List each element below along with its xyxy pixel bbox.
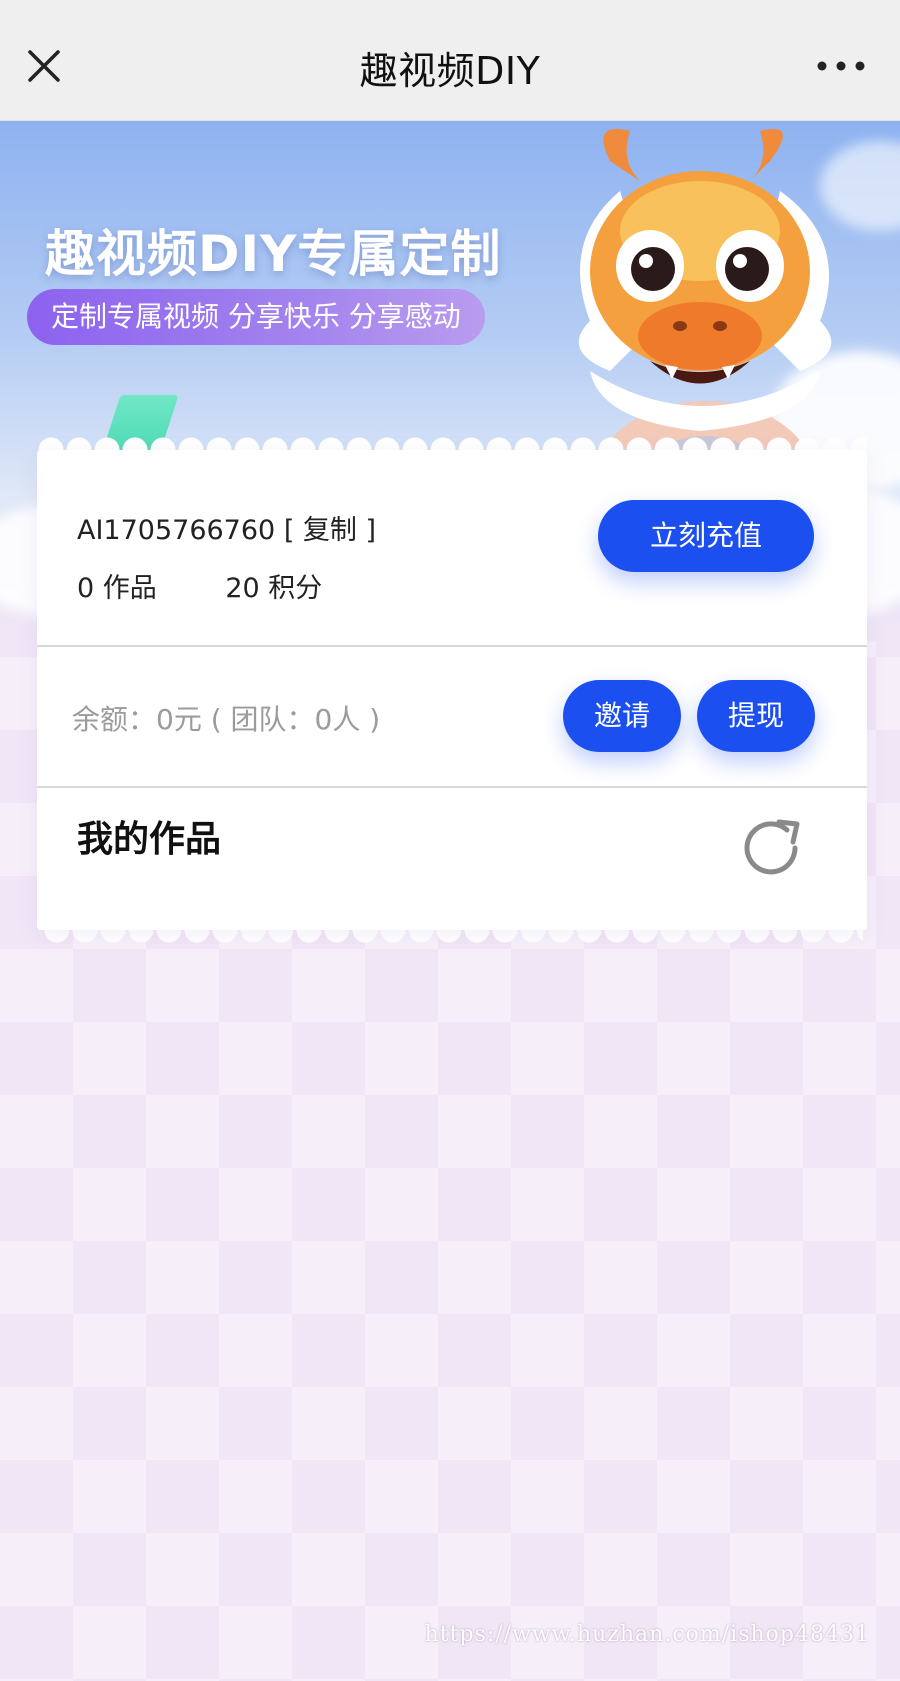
- user-id: AI1705766760: [77, 515, 276, 546]
- points-count: 20 积分: [225, 573, 323, 604]
- user-stats: 0 作品 20 积分: [77, 566, 382, 605]
- more-icon[interactable]: [816, 54, 866, 78]
- balance-text: 余额：0元 ( 团队：0人 ): [72, 703, 381, 736]
- account-card: AI1705766760 [ 复制 ] 0 作品 20 积分 立刻充值 余额：0…: [37, 450, 867, 930]
- watermark-text: https://www.huzhan.com/ishop48431: [424, 1622, 870, 1647]
- user-id-row: AI1705766760 [ 复制 ]: [77, 508, 376, 547]
- copy-link[interactable]: [ 复制 ]: [284, 515, 376, 546]
- divider: [37, 645, 867, 647]
- recharge-button[interactable]: 立刻充值: [598, 500, 814, 572]
- top-bar: 趣视频DIY: [0, 0, 900, 121]
- banner-title: 趣视频DIY专属定制: [45, 225, 502, 283]
- invite-button[interactable]: 邀请: [563, 680, 681, 752]
- withdraw-button[interactable]: 提现: [697, 680, 815, 752]
- refresh-icon[interactable]: [737, 812, 809, 884]
- divider: [37, 786, 867, 788]
- my-works-title: 我的作品: [77, 819, 222, 860]
- works-count: 0 作品: [77, 573, 157, 604]
- page-title: 趣视频DIY: [359, 49, 541, 93]
- banner-subtitle: 定制专属视频 分享快乐 分享感动: [27, 289, 485, 345]
